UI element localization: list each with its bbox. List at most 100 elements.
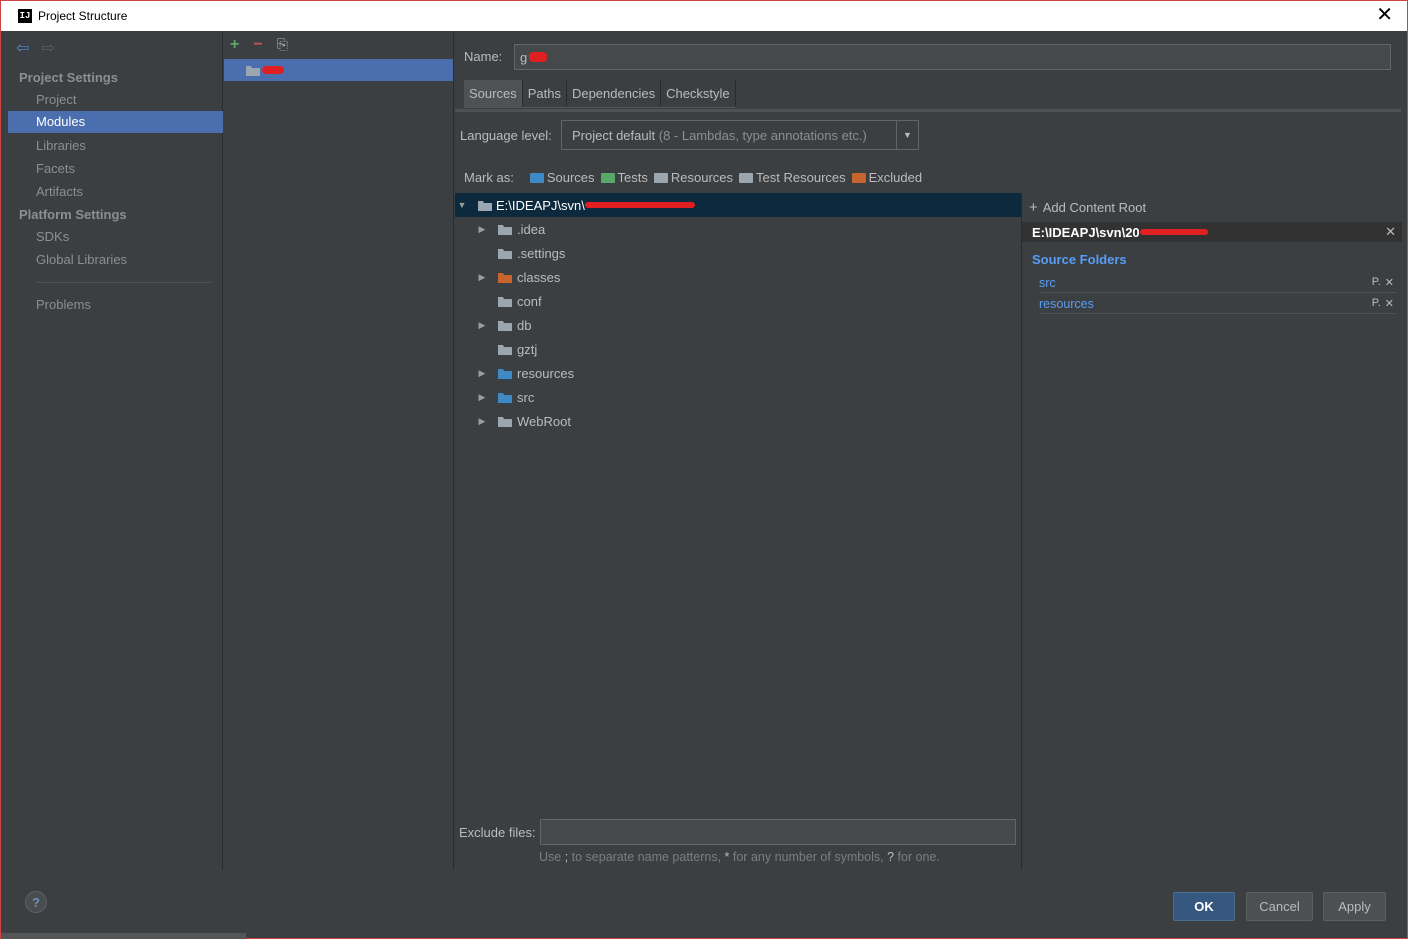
- add-content-root-button[interactable]: + Add Content Root: [1029, 199, 1146, 216]
- window-close-icon[interactable]: ✕: [1376, 5, 1393, 25]
- remove-icon[interactable]: −: [253, 36, 262, 54]
- mark-test-resources-button[interactable]: Test Resources: [739, 170, 846, 185]
- section-title-platform-settings: Platform Settings: [19, 207, 127, 222]
- tree-item-label: .idea: [517, 221, 546, 237]
- resources-folder-icon: [653, 172, 668, 183]
- copy-icon[interactable]: ⎘: [277, 36, 288, 54]
- sidebar-item-libraries[interactable]: Libraries: [8, 135, 223, 157]
- mark-resources-button[interactable]: Resources: [653, 170, 734, 185]
- exclude-files-label: Exclude files:: [459, 825, 536, 840]
- sidebar-item-project[interactable]: Project: [8, 89, 223, 111]
- expanded-caret-icon[interactable]: ▼: [456, 200, 468, 210]
- folder-icon: [498, 416, 512, 427]
- tab-checkstyle[interactable]: Checkstyle: [661, 80, 736, 107]
- mark-excluded-button[interactable]: Excluded: [851, 170, 923, 185]
- tree-item-label: WebRoot: [517, 413, 571, 429]
- edit-properties-icon[interactable]: P.: [1372, 297, 1381, 310]
- tree-item-src[interactable]: ▶ src: [455, 385, 1021, 409]
- tab-paths[interactable]: Paths: [522, 80, 567, 107]
- tree-item-label: resources: [517, 365, 575, 381]
- sidebar-item-artifacts[interactable]: Artifacts: [8, 181, 223, 203]
- tree-item-webroot[interactable]: ▶ WebRoot: [455, 409, 1021, 433]
- window-title: Project Structure: [38, 9, 128, 23]
- mark-excluded-label: Excluded: [868, 170, 923, 185]
- tab-dependencies[interactable]: Dependencies: [566, 80, 662, 107]
- redacted-path: [584, 202, 695, 208]
- tree-item-idea[interactable]: ▶ .idea: [455, 217, 1021, 241]
- folder-icon: [498, 344, 512, 355]
- redacted-module-name: [262, 66, 284, 74]
- tree-item-gztj[interactable]: gztj: [455, 337, 1021, 361]
- source-folder-name: resources: [1039, 296, 1094, 311]
- module-name-field[interactable]: g: [514, 44, 1391, 70]
- dropdown-arrow-icon[interactable]: ▼: [896, 121, 918, 149]
- sidebar-divider: [36, 282, 211, 283]
- module-details: Name: g Sources Paths Dependencies Check…: [455, 32, 1402, 870]
- module-folder-icon: [246, 65, 260, 76]
- edit-properties-icon[interactable]: P.: [1372, 276, 1381, 289]
- collapsed-caret-icon[interactable]: ▶: [476, 368, 488, 379]
- tests-folder-icon: [600, 172, 615, 183]
- folder-icon: [498, 320, 512, 331]
- tree-item-label: .settings: [517, 245, 566, 261]
- mark-resources-label: Resources: [670, 170, 734, 185]
- name-label: Name:: [464, 49, 503, 64]
- remove-icon[interactable]: ✕: [1385, 276, 1394, 289]
- tree-item-label: gztj: [517, 341, 538, 357]
- forward-arrow-icon[interactable]: ⇨: [41, 38, 54, 58]
- content-root-path: E:\IDEAPJ\svn\20: [1032, 224, 1140, 240]
- tree-item-resources[interactable]: ▶ resources: [455, 361, 1021, 385]
- tree-item-classes[interactable]: ▶ classes: [455, 265, 1021, 289]
- remove-content-root-icon[interactable]: ✕: [1385, 224, 1396, 240]
- back-arrow-icon[interactable]: ⇦: [16, 38, 29, 58]
- root-folder-icon: [478, 200, 492, 211]
- collapsed-caret-icon[interactable]: ▶: [476, 272, 488, 283]
- cancel-button[interactable]: Cancel: [1246, 892, 1313, 921]
- mark-sources-button[interactable]: Sources: [529, 170, 595, 185]
- sources-folder-icon: [529, 172, 544, 183]
- collapsed-caret-icon[interactable]: ▶: [476, 416, 488, 427]
- sidebar-item-modules[interactable]: Modules: [8, 111, 223, 133]
- language-level-value: Project default: [572, 127, 656, 143]
- tree-item-label: classes: [517, 269, 561, 285]
- content-tree: ▼ E:\IDEAPJ\svn\ ▶ .idea .settings ▶ cla…: [455, 193, 1021, 813]
- ok-button[interactable]: OK: [1173, 892, 1235, 921]
- mark-tests-button[interactable]: Tests: [600, 170, 648, 185]
- tree-root-row[interactable]: ▼ E:\IDEAPJ\svn\: [455, 193, 1021, 217]
- excluded-folder-icon: [851, 172, 866, 183]
- collapsed-caret-icon[interactable]: ▶: [476, 224, 488, 235]
- sidebar-item-global-libraries[interactable]: Global Libraries: [8, 249, 223, 271]
- section-title-project-settings: Project Settings: [19, 70, 118, 85]
- module-row[interactable]: [224, 59, 453, 81]
- tabs-underline: [455, 109, 1401, 112]
- mark-sources-label: Sources: [546, 170, 595, 185]
- sidebar-item-sdks[interactable]: SDKs: [8, 226, 223, 248]
- language-level-detail: (8 - Lambdas, type annotations etc.): [658, 127, 867, 143]
- exclude-files-input[interactable]: [540, 819, 1016, 845]
- collapsed-caret-icon[interactable]: ▶: [476, 320, 488, 331]
- apply-button[interactable]: Apply: [1323, 892, 1386, 921]
- folder-icon: [498, 248, 512, 259]
- source-folder-row[interactable]: src P. ✕: [1039, 273, 1396, 293]
- tree-item-db[interactable]: ▶ db: [455, 313, 1021, 337]
- module-name-value: g: [520, 49, 528, 65]
- source-folder-row[interactable]: resources P. ✕: [1039, 294, 1396, 314]
- folder-icon: [498, 224, 512, 235]
- language-level-select[interactable]: Project default (8 - Lambdas, type annot…: [561, 120, 919, 150]
- tree-item-settings[interactable]: .settings: [455, 241, 1021, 265]
- add-icon[interactable]: +: [230, 36, 239, 54]
- add-content-root-label: Add Content Root: [1042, 200, 1147, 215]
- sidebar-item-facets[interactable]: Facets: [8, 158, 223, 180]
- remove-icon[interactable]: ✕: [1385, 297, 1394, 310]
- collapsed-caret-icon[interactable]: ▶: [476, 392, 488, 403]
- tab-sources[interactable]: Sources: [464, 80, 523, 107]
- redacted-name: [529, 52, 548, 62]
- mark-as-label: Mark as:: [464, 170, 514, 185]
- sidebar-item-problems[interactable]: Problems: [8, 294, 223, 316]
- plus-icon: +: [1029, 199, 1038, 216]
- tree-item-label: src: [517, 389, 535, 405]
- help-button[interactable]: ?: [25, 891, 47, 913]
- tree-item-conf[interactable]: conf: [455, 289, 1021, 313]
- source-folder-icon: [498, 368, 512, 379]
- module-list-panel: + − ⎘: [224, 32, 454, 870]
